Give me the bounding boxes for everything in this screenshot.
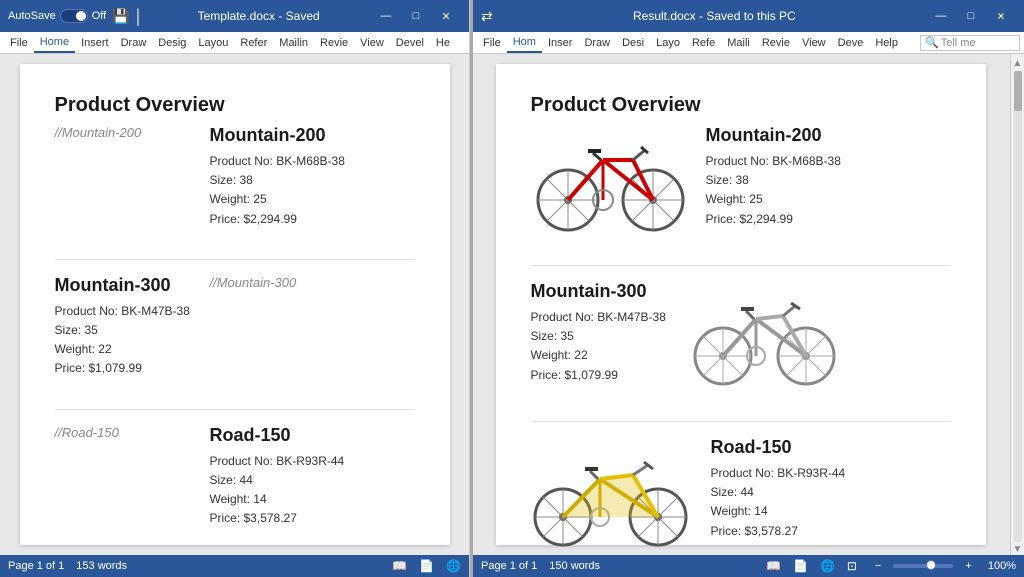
tab-help-left[interactable]: He [430, 34, 456, 52]
zoom-level: 100% [988, 560, 1016, 572]
nav-icon: ⇄ [481, 8, 493, 25]
left-window-title: Template.docx - Saved [146, 9, 371, 23]
tab-view-left[interactable]: View [354, 34, 390, 52]
zoom-slider[interactable] [893, 564, 953, 568]
right-product-detail-2: Product No: BK-M47B-38 Size: 35 Weight: … [531, 308, 671, 385]
print-layout-icon-left[interactable]: 📄 [419, 559, 434, 573]
tab-draw-right[interactable]: Draw [578, 34, 616, 52]
right-window-title: Result.docx - Saved to this PC [503, 9, 926, 23]
left-page: Product Overview //Mountain-200 Mountain… [20, 64, 450, 545]
tab-draw-left[interactable]: Draw [115, 34, 153, 52]
left-ribbon: File Home Insert Draw Desig Layou Refer … [0, 32, 469, 54]
left-placeholder-2: //Mountain-300 [210, 275, 415, 290]
right-doc-content[interactable]: ▲ ▼ Product Overview [473, 54, 1024, 555]
left-product-detail-3: Product No: BK-R93R-44 Size: 44 Weight: … [210, 452, 415, 529]
tab-mailings-left[interactable]: Mailin [273, 34, 314, 52]
read-mode-icon-right[interactable]: 📖 [766, 559, 781, 573]
left-placeholder-1: //Mountain-200 [55, 125, 195, 140]
tab-references-right[interactable]: Refe [686, 34, 721, 52]
right-title-bar: ⇄ Result.docx - Saved to this PC — □ ✕ [473, 0, 1024, 32]
scroll-up-btn[interactable]: ▲ [1013, 58, 1023, 69]
print-layout-icon-right[interactable]: 📄 [793, 559, 808, 573]
minimize-button[interactable]: — [371, 0, 401, 32]
right-product-name-1: Mountain-200 [706, 125, 951, 146]
autosave-toggle[interactable]: AutoSave Off [8, 9, 106, 23]
bike-image-3 [533, 437, 693, 552]
left-product-name-2a: Mountain-300 [55, 275, 195, 296]
autosave-state: Off [92, 10, 106, 22]
right-maximize-button[interactable]: □ [956, 0, 986, 32]
right-minimize-button[interactable]: — [926, 0, 956, 32]
left-placeholder-3: //Road-150 [55, 425, 195, 440]
right-product-3: Road-150 Product No: BK-R93R-44 Size: 44… [531, 437, 951, 552]
autosave-label: AutoSave [8, 10, 56, 22]
zoom-minus[interactable]: − [875, 560, 881, 572]
tab-help-right[interactable]: Help [869, 34, 904, 52]
left-word-count: 153 words [76, 560, 127, 572]
maximize-button[interactable]: □ [401, 0, 431, 32]
left-doc-content[interactable]: Product Overview //Mountain-200 Mountain… [0, 54, 469, 555]
left-product-name-3: Road-150 [210, 425, 415, 446]
tab-home-right[interactable]: Hom [507, 33, 542, 53]
left-product-detail-2a: Product No: BK-M47B-38 Size: 35 Weight: … [55, 302, 195, 379]
left-status-bar: Page 1 of 1 153 words 📖 📄 🌐 [0, 555, 469, 577]
tell-me-input[interactable]: 🔍 Tell me [920, 35, 1020, 51]
right-page-info: Page 1 of 1 [481, 560, 537, 572]
right-product-2: Mountain-300 Product No: BK-M47B-38 Size… [531, 281, 951, 391]
close-button[interactable]: ✕ [431, 0, 461, 32]
left-page-info: Page 1 of 1 [8, 560, 64, 572]
tab-file-left[interactable]: File [4, 34, 34, 52]
tab-insert-left[interactable]: Insert [75, 34, 115, 52]
right-ribbon: File Hom Inser Draw Desi Layo Refe Maili… [473, 32, 1024, 54]
right-status-bar: Page 1 of 1 150 words 📖 📄 🌐 ⊡ − + 100% [473, 555, 1024, 577]
right-page: Product Overview [496, 64, 986, 545]
left-product-3: //Road-150 Road-150 Product No: BK-R93R-… [55, 425, 415, 529]
save-icon[interactable]: 💾 [112, 8, 129, 25]
tab-insert-right[interactable]: Inser [542, 34, 578, 52]
left-doc-title: Product Overview [55, 94, 415, 117]
left-product-detail-1: Product No: BK-M68B-38 Size: 38 Weight: … [210, 152, 415, 229]
right-product-name-2: Mountain-300 [531, 281, 671, 302]
tab-review-right[interactable]: Revie [756, 34, 796, 52]
left-product-1: //Mountain-200 Mountain-200 Product No: … [55, 125, 415, 229]
scroll-down-btn[interactable]: ▼ [1013, 544, 1023, 555]
right-product-1: Mountain-200 Product No: BK-M68B-38 Size… [531, 125, 951, 235]
right-doc-title: Product Overview [531, 94, 951, 117]
tab-home-left[interactable]: Home [34, 33, 75, 53]
left-product-name-1: Mountain-200 [210, 125, 415, 146]
web-layout-icon-left[interactable]: 🌐 [446, 559, 461, 573]
zoom-plus[interactable]: + [965, 560, 971, 572]
right-product-name-3: Road-150 [711, 437, 951, 458]
tab-file-right[interactable]: File [477, 34, 507, 52]
bike-image-2 [688, 281, 843, 391]
tab-layout-right[interactable]: Layo [650, 34, 686, 52]
right-word-count: 150 words [549, 560, 600, 572]
web-layout-icon-right[interactable]: 🌐 [820, 559, 835, 573]
focus-icon-right[interactable]: ⊡ [847, 559, 857, 573]
right-product-detail-1: Product No: BK-M68B-38 Size: 38 Weight: … [706, 152, 951, 229]
tab-developer-right[interactable]: Deve [832, 34, 870, 52]
tab-developer-left[interactable]: Devel [390, 34, 430, 52]
right-product-detail-3: Product No: BK-R93R-44 Size: 44 Weight: … [711, 464, 951, 541]
read-mode-icon-left[interactable]: 📖 [392, 559, 407, 573]
tab-design-right[interactable]: Desi [616, 34, 650, 52]
bike-image-1 [533, 125, 688, 235]
tab-mailings-right[interactable]: Maili [721, 34, 756, 52]
left-title-bar: AutoSave Off 💾 | Template.docx - Saved —… [0, 0, 469, 32]
tab-references-left[interactable]: Refer [234, 34, 273, 52]
right-close-button[interactable]: ✕ [986, 0, 1016, 32]
tab-review-left[interactable]: Revie [314, 34, 354, 52]
tab-design-left[interactable]: Desig [152, 34, 192, 52]
tab-view-right[interactable]: View [796, 34, 832, 52]
tab-layout-left[interactable]: Layou [192, 34, 234, 52]
left-product-2: Mountain-300 Product No: BK-M47B-38 Size… [55, 275, 415, 379]
